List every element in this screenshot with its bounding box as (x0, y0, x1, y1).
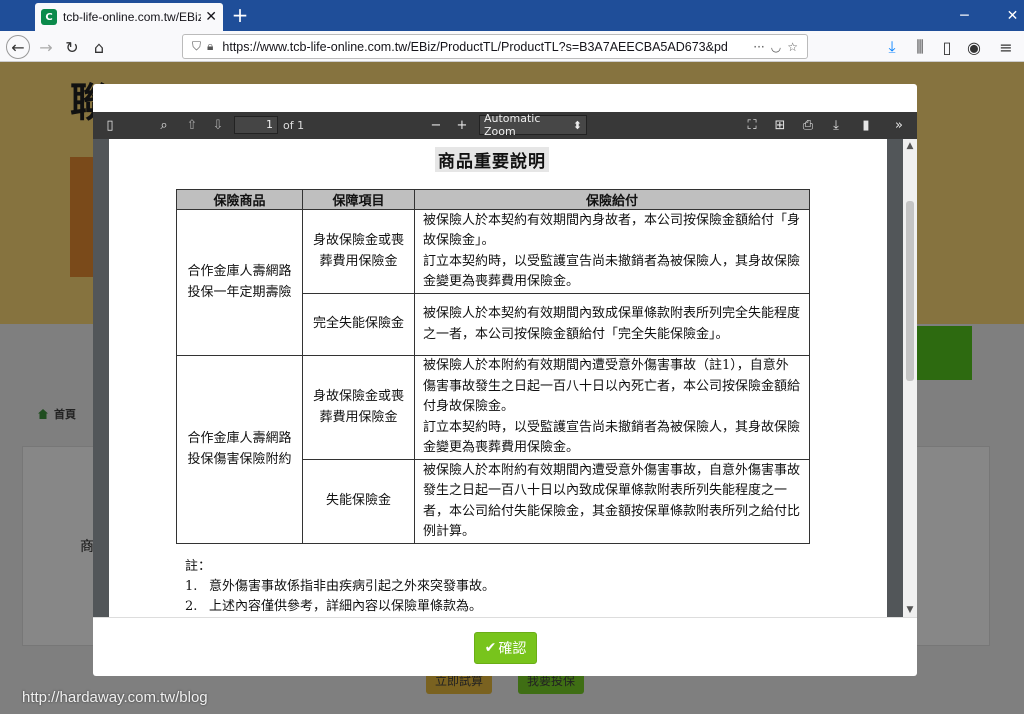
zoom-select[interactable]: Automatic Zoom ⬍ (479, 112, 587, 138)
tools-icon[interactable]: » (890, 116, 908, 134)
modal-footer: ✔ 確認 (93, 617, 917, 676)
bookmark-icon[interactable]: ▮ (857, 116, 875, 134)
pdf-scrollbar[interactable]: ▲ ▼ (903, 139, 917, 617)
site-green-block (916, 326, 972, 380)
note-item: 2. 上述內容僅供參考，詳細內容以保險單條款為。 (185, 597, 495, 617)
header-product: 保險商品 (176, 189, 303, 210)
url-text[interactable]: https://www.tcb-life-online.com.tw/EBiz/… (222, 40, 750, 54)
download-icon[interactable]: ⤓ (880, 35, 904, 59)
zoom-in-icon[interactable]: + (453, 116, 471, 134)
page-count: of 1 (283, 119, 305, 132)
site-banner-decoration (70, 157, 94, 277)
site-partial-text: 商 (80, 539, 94, 555)
previous-page-icon[interactable]: ⇧ (183, 116, 201, 134)
tab-title: tcb-life-online.com.tw/EBiz/P (63, 10, 202, 24)
lock-icon[interactable]: 🔒︎ (207, 39, 213, 54)
zoom-value: Automatic Zoom (484, 112, 541, 138)
site-favicon-icon: C (41, 9, 57, 25)
item-cell: 失能保險金 (302, 459, 415, 544)
new-tab-icon[interactable]: + (229, 4, 251, 26)
browser-tab[interactable]: C tcb-life-online.com.tw/EBiz/P ✕ (35, 3, 223, 31)
note-number: 1. (185, 579, 198, 594)
breadcrumb-home[interactable]: 首頁 (54, 408, 76, 421)
navigation-bar: ← → ↻ ⌂ ⛉ 🔒︎ https://www.tcb-life-online… (0, 31, 1024, 62)
benefit-cell: 被保險人於本契約有效期間內致成保單條款附表所列完全失能程度之一者，本公司按保險金… (414, 293, 810, 356)
chevron-down-icon: ⬍ (572, 118, 582, 132)
more-options-icon[interactable]: ··· (753, 40, 764, 54)
header-item: 保障項目 (302, 189, 415, 210)
product-cell: 合作金庫人壽網路投保傷害保險附約 (176, 355, 303, 544)
confirm-button[interactable]: ✔ 確認 (474, 632, 537, 664)
benefit-cell: 被保險人於本契約有效期間內身故者，本公司按保險金額給付「身故保險金」。 訂立本契… (414, 209, 810, 294)
scroll-up-icon[interactable]: ▲ (905, 141, 915, 151)
notes-section: 註： 1. 意外傷害事故係指非由疾病引起之外來突發事故。 2. 上述內容僅供參考… (185, 557, 495, 617)
bookmark-star-icon[interactable]: ☆ (787, 40, 798, 54)
forward-arrow-icon[interactable]: → (34, 35, 58, 59)
note-text: 意外傷害事故係指非由疾病引起之外來突發事故。 (209, 579, 496, 594)
account-icon[interactable]: ◉ (962, 35, 986, 59)
menu-icon[interactable]: ≡ (994, 35, 1018, 59)
close-tab-icon[interactable]: ✕ (205, 9, 217, 25)
watermark: http://hardaway.com.tw/blog (22, 689, 208, 706)
presentation-mode-icon[interactable]: ⛶ (743, 116, 761, 134)
notes-label: 註： (185, 559, 212, 574)
item-cell: 身故保險金或喪葬費用保險金 (302, 209, 415, 294)
product-cell: 合作金庫人壽網路投保一年定期壽險 (176, 209, 303, 356)
home-icon[interactable]: ⌂ (87, 35, 111, 59)
note-number: 2. (185, 599, 198, 614)
save-icon[interactable]: ⤓ (827, 116, 845, 134)
scroll-thumb[interactable] (906, 201, 914, 381)
pdf-viewer[interactable]: 商品重要說明 保險商品 保障項目 保險給付 合作金庫人壽網路投保一年定期壽險 身… (93, 139, 917, 617)
zoom-out-icon[interactable]: − (427, 116, 445, 134)
reload-icon[interactable]: ↻ (60, 35, 84, 59)
library-icon[interactable]: ⫼ (908, 35, 932, 59)
close-window-icon[interactable]: ✕ (990, 0, 1024, 31)
note-text: 上述內容僅供參考，詳細內容以保險單條款為。 (209, 599, 483, 614)
next-page-icon[interactable]: ⇩ (209, 116, 227, 134)
benefit-text: 被保險人於本契約有效期間內身故者，本公司按保險金額給付「身故保險金」。 訂立本契… (423, 212, 801, 290)
product-info-modal: ▯ ⌕ ⇧ ⇩ 1 of 1 − + Automatic Zoom ⬍ ⛶ ⊞ ⎙… (93, 84, 917, 676)
insurance-table: 保險商品 保障項目 保險給付 合作金庫人壽網路投保一年定期壽險 身故保險金或喪葬… (176, 189, 810, 544)
maximize-icon[interactable] (944, 0, 989, 31)
table-header-row: 保險商品 保障項目 保險給付 (176, 189, 810, 210)
table-row: 合作金庫人壽網路投保傷害保險附約 身故保險金或喪葬費用保險金 被保險人於本附約有… (176, 355, 810, 544)
open-file-icon[interactable]: ⊞ (771, 116, 789, 134)
benefit-text: 被保險人於本附約有效期間內遭受意外傷害事故（註1），自意外傷害事故發生之日起一百… (423, 358, 801, 456)
item-cell: 身故保險金或喪葬費用保險金 (302, 355, 415, 460)
benefit-cell: 被保險人於本附約有效期間內遭受意外傷害事故，自意外傷害事故發生之日起一百八十日以… (414, 459, 810, 544)
title-bar: C tcb-life-online.com.tw/EBiz/P ✕ + ─ ✕ (0, 0, 1024, 31)
pocket-icon[interactable]: ◡ (771, 40, 781, 54)
print-icon[interactable]: ⎙ (799, 116, 817, 134)
sidebar-toggle-icon[interactable]: ▯ (101, 116, 119, 134)
item-cell: 完全失能保險金 (302, 293, 415, 356)
table-row: 合作金庫人壽網路投保一年定期壽險 身故保險金或喪葬費用保險金 被保險人於本契約有… (176, 209, 810, 356)
pdf-page: 商品重要說明 保險商品 保障項目 保險給付 合作金庫人壽網路投保一年定期壽險 身… (109, 139, 887, 617)
url-bar[interactable]: ⛉ 🔒︎ https://www.tcb-life-online.com.tw/… (182, 34, 808, 59)
confirm-label: 確認 (498, 641, 527, 657)
home-icon (38, 409, 48, 419)
pdf-toolbar: ▯ ⌕ ⇧ ⇩ 1 of 1 − + Automatic Zoom ⬍ ⛶ ⊞ ⎙… (93, 112, 917, 139)
benefit-cell: 被保險人於本附約有效期間內遭受意外傷害事故（註1），自意外傷害事故發生之日起一百… (414, 355, 810, 460)
breadcrumb[interactable]: 首頁 (38, 406, 76, 422)
back-arrow-icon[interactable]: ← (6, 35, 30, 59)
note-item: 1. 意外傷害事故係指非由疾病引起之外來突發事故。 (185, 577, 495, 597)
document-title: 商品重要說明 (435, 147, 549, 172)
page-number-input[interactable]: 1 (234, 116, 278, 134)
sidebar-icon[interactable]: ▯ (935, 35, 959, 59)
check-icon: ✔ (484, 640, 497, 656)
header-benefit: 保險給付 (414, 189, 810, 210)
search-icon[interactable]: ⌕ (155, 116, 173, 134)
scroll-down-icon[interactable]: ▼ (905, 605, 915, 615)
shield-icon[interactable]: ⛉ (192, 39, 201, 54)
